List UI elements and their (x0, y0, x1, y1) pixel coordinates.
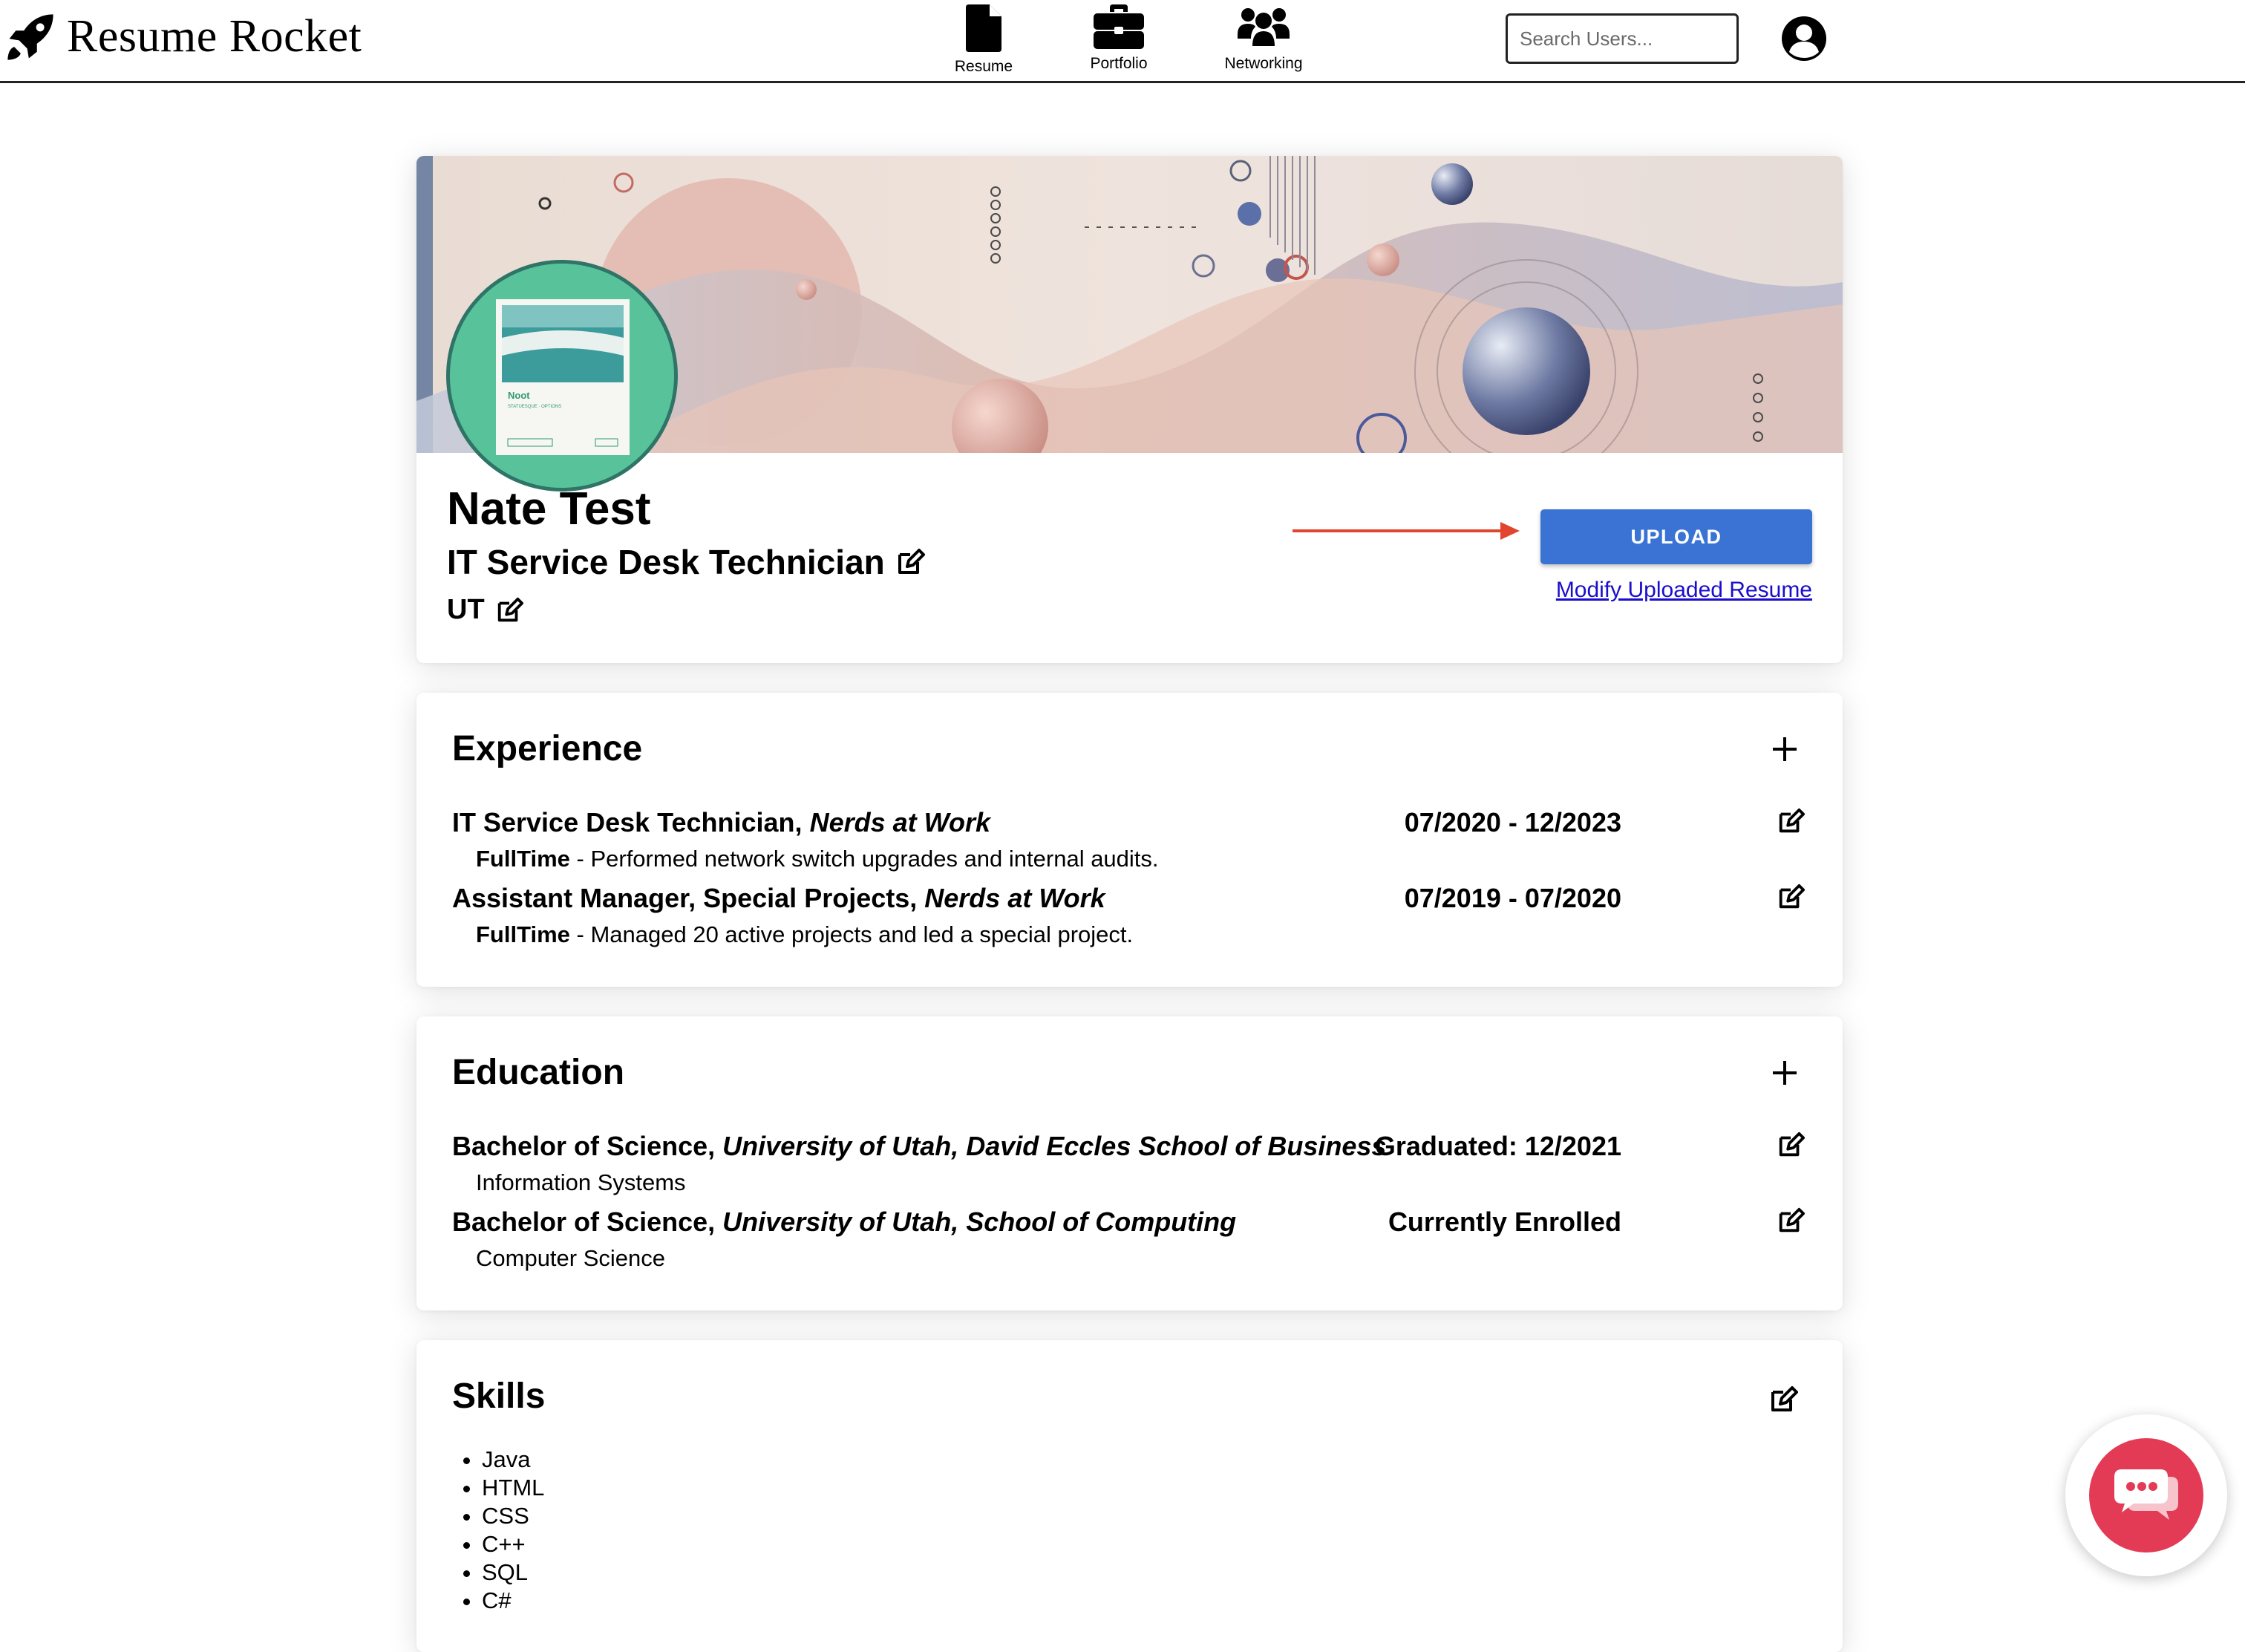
top-nav-bar: Resume Rocket Resume Portfolio Networkin… (0, 0, 2245, 83)
education-major: Information Systems (476, 1169, 686, 1195)
experience-description: - Managed 20 active projects and led a s… (569, 921, 1134, 947)
skills-heading: Skills (452, 1377, 546, 1416)
chat-bubbles-icon (2114, 1469, 2178, 1520)
upload-button[interactable]: UPLOAD (1540, 509, 1812, 564)
profile-title: IT Service Desk Technician (447, 542, 925, 582)
experience-description: - Performed network switch upgrades and … (569, 846, 1159, 872)
experience-dates: 07/2019 - 07/2020 (1404, 883, 1621, 913)
account-icon[interactable] (1780, 15, 1828, 62)
nav-networking[interactable]: Networking (1218, 4, 1310, 73)
skill-item: HTML (482, 1474, 544, 1502)
experience-company: Nerds at Work (924, 883, 1105, 913)
education-degree: Bachelor of Science, (452, 1131, 716, 1161)
add-experience-icon[interactable] (1771, 736, 1798, 763)
experience-entry: Assistant Manager, Special Projects, Ner… (452, 883, 1811, 957)
education-status: Graduated: 12/2021 (1374, 1131, 1621, 1161)
skills-list: Java HTML CSS C++ SQL C# (482, 1446, 544, 1615)
avatar-subtitle-text: STATUESQUE · OPTIONS (508, 405, 561, 409)
modify-uploaded-resume-link[interactable]: Modify Uploaded Resume (1540, 578, 1812, 603)
profile-name: Nate Test (447, 483, 651, 535)
education-degree-line: Bachelor of Science, University of Utah,… (452, 1207, 1236, 1238)
experience-role-line: Assistant Manager, Special Projects, Ner… (452, 883, 1105, 914)
briefcase-icon (1094, 4, 1144, 49)
search-users-input[interactable] (1506, 13, 1739, 64)
experience-dates: 07/2020 - 12/2023 (1404, 807, 1621, 838)
edit-icon[interactable] (895, 547, 925, 577)
education-card: Education Bachelor of Science, Universit… (416, 1016, 1843, 1310)
nav-resume[interactable]: Resume (947, 4, 1021, 76)
profile-location-text: UT (447, 594, 485, 625)
skill-item: SQL (482, 1558, 544, 1587)
edit-skills-icon[interactable] (1768, 1385, 1798, 1414)
rocket-icon (7, 13, 53, 60)
edit-icon[interactable] (495, 596, 523, 624)
nav-networking-label: Networking (1224, 55, 1303, 72)
education-major: Computer Science (476, 1245, 666, 1271)
experience-company: Nerds at Work (809, 807, 990, 838)
brand-name: Resume Rocket (67, 11, 362, 62)
education-entry: Bachelor of Science, University of Utah,… (452, 1131, 1811, 1205)
experience-entry: IT Service Desk Technician, Nerds at Wor… (452, 807, 1811, 881)
document-icon (966, 4, 1001, 52)
education-school: University of Utah, School of Computing (722, 1207, 1237, 1237)
skills-card: Skills Java HTML CSS C++ SQL C# (416, 1340, 1843, 1652)
experience-description-line: FullTime - Performed network switch upgr… (476, 846, 1159, 872)
experience-type: FullTime (476, 921, 570, 947)
nav-resume-label: Resume (954, 58, 1013, 75)
profile-avatar[interactable]: Noot STATUESQUE · OPTIONS (446, 260, 678, 492)
edit-icon[interactable] (1777, 1207, 1805, 1235)
arrow-annotation (1293, 522, 1520, 540)
nav-portfolio-label: Portfolio (1090, 55, 1148, 72)
education-degree-line: Bachelor of Science, University of Utah,… (452, 1131, 1386, 1162)
experience-role: IT Service Desk Technician, (452, 807, 803, 838)
edit-icon[interactable] (1777, 807, 1805, 835)
education-degree: Bachelor of Science, (452, 1207, 716, 1237)
skill-item: CSS (482, 1502, 544, 1530)
brand[interactable]: Resume Rocket (4, 10, 362, 63)
edit-icon[interactable] (1777, 1131, 1805, 1159)
experience-card: Experience IT Service Desk Technician, N… (416, 693, 1843, 987)
avatar-title-text: Noot (508, 390, 530, 401)
experience-type: FullTime (476, 846, 570, 872)
skill-item: Java (482, 1446, 544, 1474)
skill-item: C# (482, 1587, 544, 1615)
users-icon (1238, 8, 1290, 46)
experience-description-line: FullTime - Managed 20 active projects an… (476, 921, 1133, 948)
education-status: Currently Enrolled (1388, 1207, 1621, 1237)
profile-location: UT (447, 594, 523, 626)
skill-item: C++ (482, 1530, 544, 1558)
education-entry: Bachelor of Science, University of Utah,… (452, 1207, 1811, 1281)
edit-icon[interactable] (1777, 883, 1805, 911)
nav-portfolio[interactable]: Portfolio (1082, 4, 1156, 73)
chat-widget-button[interactable] (2065, 1414, 2227, 1576)
add-education-icon[interactable] (1771, 1060, 1798, 1086)
profile-card: Noot STATUESQUE · OPTIONS Nate Test IT S… (416, 156, 1843, 663)
chat-widget-circle (2089, 1438, 2203, 1553)
profile-title-text: IT Service Desk Technician (447, 543, 885, 581)
experience-heading: Experience (452, 729, 643, 768)
education-heading: Education (452, 1053, 625, 1092)
experience-role-line: IT Service Desk Technician, Nerds at Wor… (452, 807, 990, 838)
education-school: University of Utah, David Eccles School … (722, 1131, 1387, 1161)
experience-role: Assistant Manager, Special Projects, (452, 883, 918, 913)
